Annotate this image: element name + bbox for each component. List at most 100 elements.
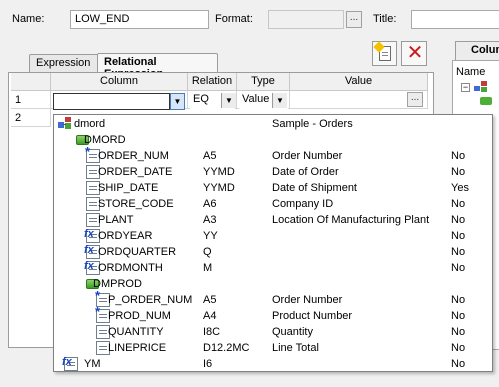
dropdown-item-description: Quantity [272, 326, 313, 338]
dropdown-item-format: I6 [203, 358, 213, 370]
dropdown-item[interactable]: PLANT A3 Location Of Manufacturing Plant No [54, 212, 492, 228]
dropdown-item-flag: No [451, 166, 466, 178]
dropdown-item-description: Date of Order [272, 166, 339, 178]
dropdown-item-name: PROD_NUM [108, 310, 171, 322]
tree-name-header: Name [456, 66, 486, 78]
dropdown-item-format: D12.2MC [203, 342, 250, 354]
dropdown-item-flag: No [451, 342, 466, 354]
dropdown-item-flag: No [451, 294, 466, 306]
column-header-value[interactable]: Value [290, 73, 428, 91]
grid-corner [11, 73, 51, 91]
dropdown-item-description: Line Total [272, 342, 319, 354]
tree-expand-toggle[interactable]: − [461, 83, 470, 92]
dropdown-item-flag: No [451, 198, 466, 210]
dropdown-item-format: Q [203, 246, 212, 258]
dropdown-item-format: A5 [203, 294, 217, 306]
delete-button[interactable]: ✕ [401, 41, 427, 66]
column-dropdown-list[interactable]: dmord Sample - Orders DMORD * ORDER_NUM A5 Ord… [53, 114, 493, 372]
dropdown-item-format: I8C [203, 326, 221, 338]
name-input[interactable]: LOW_END [70, 10, 209, 29]
value-browse-button[interactable]: ... [407, 92, 423, 107]
dropdown-item-flag: Yes [451, 182, 469, 194]
dropdown-item-format: YYMD [203, 182, 235, 194]
dropdown-item-description: Product Number [272, 310, 353, 322]
dropdown-item-flag: No [451, 214, 466, 226]
column-header-type[interactable]: Type [237, 73, 290, 91]
dropdown-item[interactable]: * P_ORDER_NUM A5 Order Number No [54, 289, 492, 308]
dropdown-item[interactable]: fx ORDYEAR YY No [54, 228, 492, 244]
row-number-2: 2 [11, 109, 51, 127]
chevron-down-icon: ▼ [225, 96, 233, 105]
new-expression-button[interactable] [372, 41, 397, 66]
close-icon: ✕ [406, 42, 424, 64]
master-file-icon [58, 117, 72, 131]
dropdown-item-name: PLANT [98, 214, 134, 226]
dropdown-item[interactable]: * ORDER_NUM A5 Order Number No [54, 145, 492, 164]
segment-icon [480, 97, 492, 105]
dropdown-item-flag: No [451, 150, 466, 162]
dropdown-item-name: ORDMONTH [98, 262, 163, 274]
dropdown-item-flag: No [451, 358, 466, 370]
dropdown-item-name: DMORD [84, 134, 126, 146]
chevron-down-icon: ▼ [276, 96, 284, 105]
dropdown-item-format: YYMD [203, 166, 235, 178]
format-browse-button[interactable]: ... [346, 11, 362, 28]
dropdown-item-description: Sample - Orders [272, 118, 353, 130]
dropdown-item-description: Company ID [272, 198, 334, 210]
dropdown-item-name: DMPROD [93, 278, 142, 290]
dropdown-item[interactable]: SHIP_DATE YYMD Date of Shipment Yes [54, 180, 492, 196]
dropdown-item-name: SHIP_DATE [98, 182, 159, 194]
dropdown-item[interactable]: ORDER_DATE YYMD Date of Order No [54, 164, 492, 180]
relation-dropdown-button[interactable]: ▼ [221, 93, 236, 108]
name-label: Name: [12, 13, 45, 25]
dropdown-item-format: A3 [203, 214, 217, 226]
type-dropdown-button[interactable]: ▼ [272, 93, 287, 108]
dropdown-item-format: M [203, 262, 213, 274]
master-file-icon [474, 81, 488, 93]
dropdown-item[interactable]: fx YM I6 No [54, 356, 492, 372]
dropdown-item-format: A5 [203, 150, 217, 162]
dropdown-item-format: A4 [203, 310, 217, 322]
dropdown-item-flag: No [451, 230, 466, 242]
dropdown-item[interactable]: LINEPRICE D12.2MC Line Total No [54, 340, 492, 356]
column-dropdown-button[interactable]: ▼ [170, 93, 185, 110]
dropdown-item[interactable]: DMPROD [54, 276, 492, 292]
column-header-column[interactable]: Column [51, 73, 188, 91]
new-document-icon [373, 41, 391, 61]
dropdown-item-name: P_ORDER_NUM [108, 294, 193, 306]
dropdown-item-name: LINEPRICE [108, 342, 167, 354]
dropdown-item-description: Location Of Manufacturing Plant [272, 214, 430, 226]
dropdown-item-name: ORDER_NUM [98, 150, 169, 162]
dropdown-item[interactable]: fx ORDQUARTER Q No [54, 244, 492, 260]
dropdown-item[interactable]: dmord Sample - Orders [54, 116, 492, 132]
dropdown-item[interactable]: DMORD [54, 132, 492, 148]
dropdown-item-name: YM [84, 358, 101, 370]
dropdown-item-name: STORE_CODE [98, 198, 174, 210]
dropdown-item[interactable]: QUANTITY I8C Quantity No [54, 324, 492, 340]
dropdown-item-flag: No [451, 326, 466, 338]
title-input[interactable] [411, 10, 499, 29]
columns-panel-header: Colum [455, 41, 499, 61]
column-header-relation[interactable]: Relation [188, 73, 237, 91]
dropdown-item-name: ORDYEAR [98, 230, 153, 242]
tab-relational-expression[interactable]: Relational Expression [97, 53, 218, 80]
dropdown-item-flag: No [451, 262, 466, 274]
dropdown-item-name: QUANTITY [108, 326, 164, 338]
dropdown-item-format: YY [203, 230, 218, 242]
define-field-icon: fx [62, 356, 78, 371]
dropdown-item-description: Date of Shipment [272, 182, 357, 194]
chevron-down-icon: ▼ [173, 97, 182, 106]
dropdown-item[interactable]: * PROD_NUM A4 Product Number No [54, 305, 492, 324]
title-label: Title: [373, 13, 397, 25]
dropdown-item[interactable]: fx ORDMONTH M No [54, 260, 492, 276]
dropdown-item[interactable]: STORE_CODE A6 Company ID No [54, 196, 492, 212]
format-label: Format: [215, 13, 253, 25]
dropdown-item-name: dmord [74, 118, 106, 130]
dropdown-item-flag: No [451, 310, 466, 322]
tab-expression[interactable]: Expression [29, 54, 99, 72]
dropdown-item-name: ORDQUARTER [98, 246, 177, 258]
format-input [268, 10, 344, 29]
dropdown-item-description: Order Number [272, 294, 343, 306]
dropdown-item-flag: No [451, 246, 466, 258]
column-combo-input[interactable] [53, 93, 170, 110]
